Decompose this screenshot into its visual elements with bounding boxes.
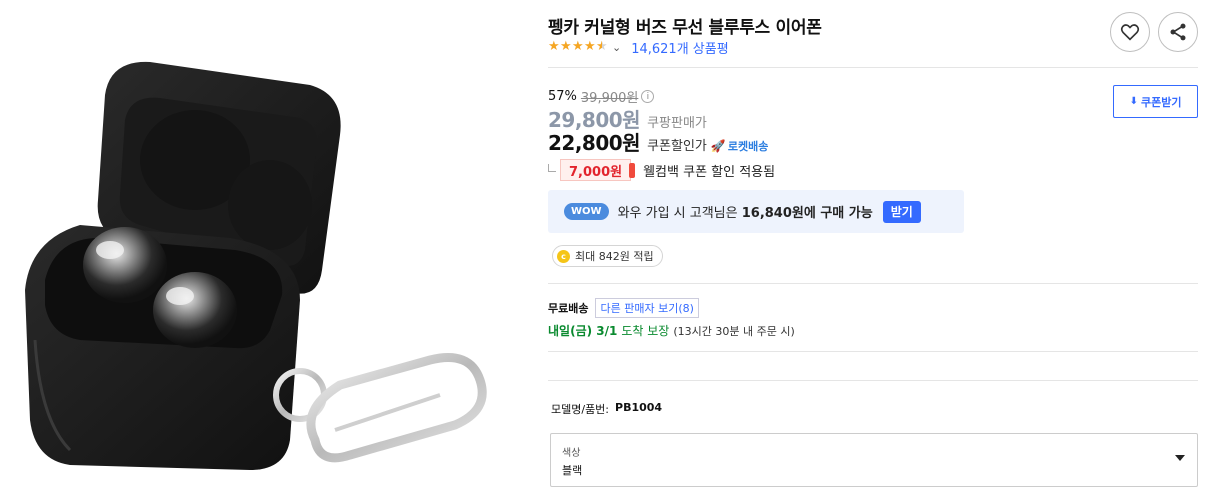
divider [548,380,1198,381]
coin-icon: c [557,249,570,263]
coupon-price-label: 쿠폰할인가 [647,139,707,154]
model-number-value: PB1004 [615,401,663,414]
coupon-price-row: 22,800원 쿠폰할인가 🚀 로켓배송 [548,127,768,156]
star-icon: ★ [548,39,560,54]
download-icon: ⬇ [1129,96,1138,107]
wow-badge: WOW [564,203,609,220]
rocket-delivery-label: 로켓배송 [727,140,769,153]
other-sellers-button[interactable]: 다른 판매자 보기(8) [595,298,699,318]
wow-text: 와우 가입 시 고객님은 16,840원에 구매 가능 [618,202,873,221]
product-image[interactable] [0,0,540,497]
points-text: 최대 842원 적립 [575,250,654,263]
discount-rate: 57% [548,89,577,104]
delivery-row: 내일(금) 3/1 도착 보장 (13시간 30분 내 주문 시) [548,322,795,339]
star-icon: ★ [572,39,584,54]
rocket-delivery-badge: 🚀 로켓배송 [711,138,768,154]
option-value: 블랙 [562,464,583,477]
delivery-date: 내일(금) 3/1 [548,324,618,338]
product-title: 펭카 커널형 버즈 무선 블루투스 이어폰 [548,18,822,38]
wow-membership-box: WOW 와우 가입 시 고객님은 16,840원에 구매 가능 받기 [548,190,964,233]
welcome-coupon-text: 웰컴백 쿠폰 할인 적용됨 [643,164,776,180]
model-number-row: 모델명/품번: PB1004 [551,401,662,417]
chevron-down-icon[interactable]: ⌄ [612,41,621,54]
heart-icon [1120,24,1140,41]
coupon-download-label: 쿠폰받기 [1140,95,1182,109]
wow-text-prefix: 와우 가입 시 고객님은 [617,206,742,221]
color-option-select[interactable]: 색상 블랙 [550,433,1198,487]
option-label: 색상 [562,448,581,459]
divider [548,283,1198,284]
free-shipping-label: 무료배송 [548,302,589,315]
delivery-guarantee: 도착 보장 [621,324,670,338]
earbuds-case-illustration [25,61,487,470]
rating-row[interactable]: ★ ★ ★ ★ ★ ⌄ 14,621개 상품평 [548,38,729,57]
star-half-icon: ★ [596,39,608,54]
product-info-panel: 펭카 커널형 버즈 무선 블루투스 이어폰 ★ ★ ★ ★ ★ ⌄ 14,621… [548,0,1200,497]
caret-down-icon [1175,455,1185,461]
divider [548,351,1198,352]
points-pill: c 최대 842원 적립 [552,245,663,267]
connector-elbow [548,164,556,172]
star-rating: ★ ★ ★ ★ ★ [548,39,608,55]
shipping-row: 무료배송 다른 판매자 보기(8) [548,298,699,318]
delivery-note: (13시간 30분 내 주문 시) [673,325,795,338]
rocket-icon: 🚀 [710,139,726,153]
coupon-price: 22,800원 [548,131,641,155]
star-icon: ★ [560,39,572,54]
wow-price-text: 16,840원에 구매 가능 [741,206,873,221]
share-icon [1170,23,1186,41]
wishlist-button[interactable] [1110,12,1150,52]
review-count-link[interactable]: 14,621개 상품평 [631,38,728,57]
info-icon[interactable]: i [641,90,655,103]
star-icon: ★ [584,39,596,54]
wow-receive-button[interactable]: 받기 [882,200,921,223]
coupon-download-button[interactable]: ⬇ 쿠폰받기 [1113,85,1198,118]
share-button[interactable] [1158,12,1198,52]
welcome-coupon-row: 7,000원 웰컴백 쿠폰 할인 적용됨 [548,159,775,181]
welcome-coupon-tag: 7,000원 [560,159,636,181]
divider [548,67,1198,68]
model-number-label: 모델명/품번: [551,403,610,416]
